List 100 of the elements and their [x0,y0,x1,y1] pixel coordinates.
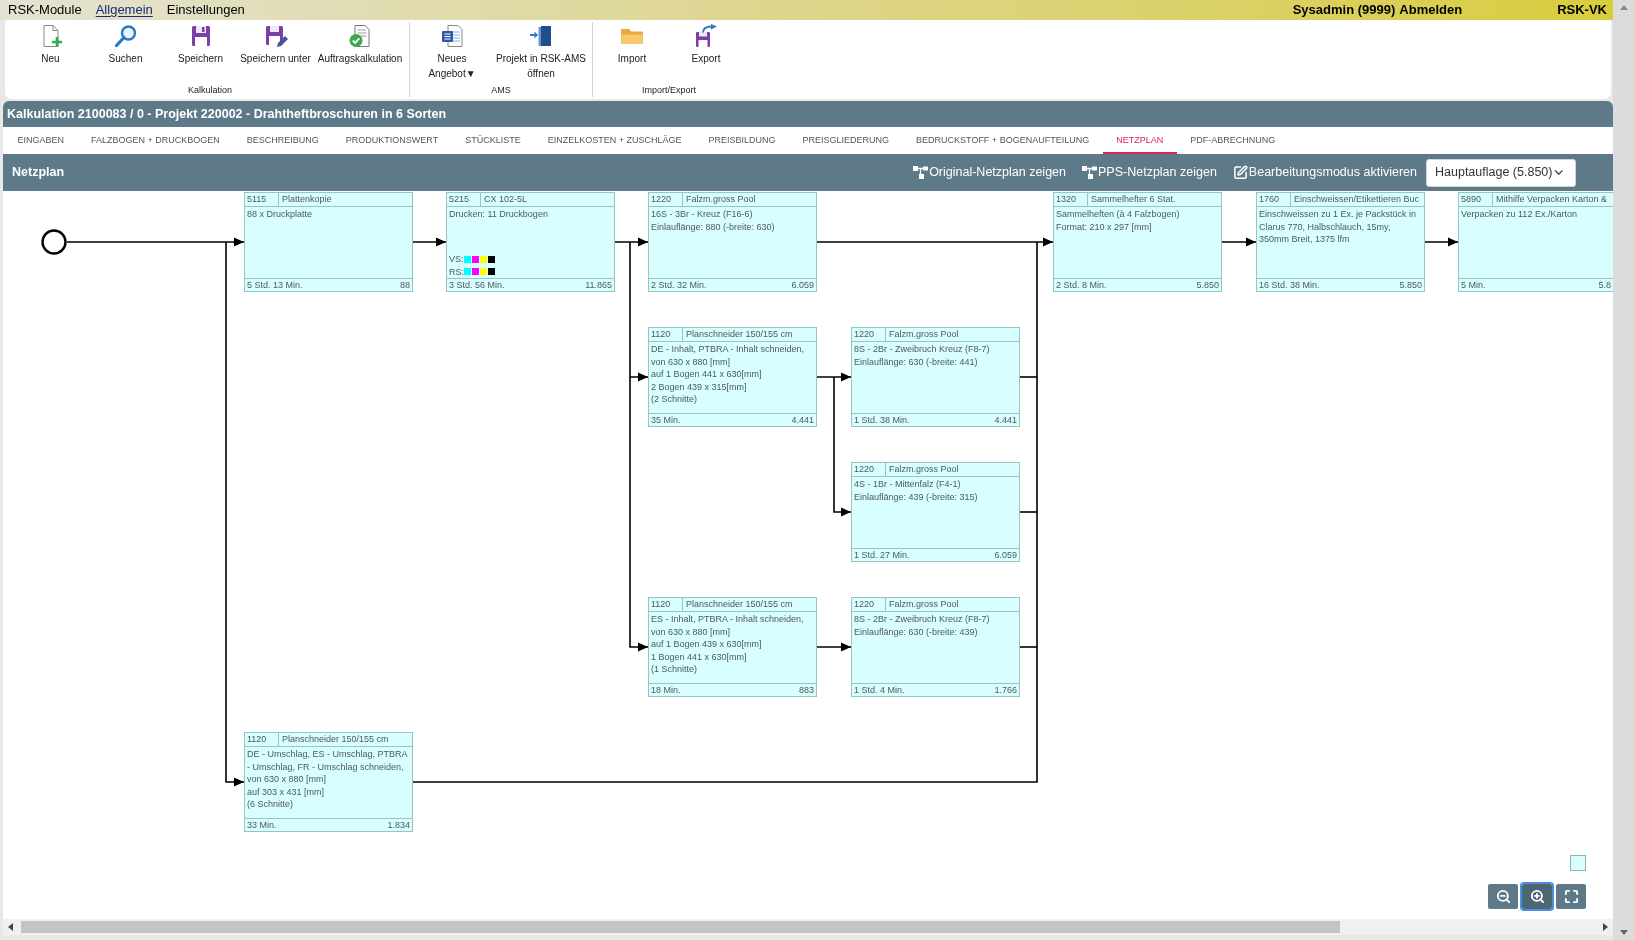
scroll-down-icon[interactable] [1619,930,1628,935]
square-icon [1570,855,1586,871]
node-title: Falzm.gross Pool [888,598,960,611]
node-detail: Einlauflänge: 630 (-breite: 439) [854,625,979,638]
node-title: Falzm.gross Pool [888,328,960,341]
tab[interactable]: BESCHREIBUNG [233,127,333,154]
node-quantity: 6.059 [791,279,814,291]
floppy-pencil-icon [263,24,288,48]
node-title: Falzm.gross Pool [888,463,960,476]
horizontal-scrollbar[interactable] [3,919,1613,935]
tab[interactable]: PREISBILDUNG [694,127,789,154]
edit-mode-button[interactable]: Bearbeitungsmodus aktivieren [1232,163,1417,182]
zoom-in-button[interactable] [1522,884,1552,909]
tab[interactable]: EINZELKOSTEN + ZUSCHLÄGE [534,127,695,154]
scrollbar-thumb[interactable] [21,921,1340,933]
connector-arrow [412,237,447,247]
node-quantity: 1.766 [994,684,1017,696]
node-detail: auf 1 Bogen 441 x 630[mm] [651,368,763,381]
tab[interactable]: PREISGLIEDERUNG [789,127,903,154]
scroll-left-icon[interactable] [8,923,13,931]
connector-arrow [1221,237,1257,247]
node-duration: 5 Min. [1461,279,1486,291]
node-code: 1220 [852,328,886,341]
node-detail: auf 1 Bogen 439 x 630[mm] [651,638,763,651]
menu-item[interactable]: Allgemein [88,1,160,19]
menu-item[interactable]: RSK-Module [1,1,89,19]
document-title: Kalkulation 2100083 / 0 - Projekt 220002 - Drahtheftbroschuren in 6 Sorten [7,105,447,123]
node-detail: Sammelheften (à 4 Falzbogen) [1056,208,1181,221]
node-quantity: 5.850 [1399,279,1422,291]
node-quantity: 88 [400,279,410,291]
start-circle [41,229,67,255]
edit-icon [1232,165,1248,180]
plan-view-button[interactable]: PPS-Netzplan zeigen [1082,163,1217,182]
ribbon-group-label: Kalkulation [187,84,233,97]
save-button[interactable]: Speichern [163,24,238,84]
node-detail: Einlauflänge: 439 (-breite: 315) [854,490,979,503]
node-title: Sammelhefter 6 Stat. [1090,193,1177,206]
node-duration: 1 Std. 27 Min. [854,549,910,561]
search-button[interactable]: Suchen [88,24,163,84]
menu-item[interactable]: Einstellungen [159,1,252,19]
calculation-button[interactable]: Auftragskalkulation [313,24,407,84]
vertical-scrollbar[interactable] [1613,0,1634,940]
node-title: CX 102-5L [483,193,529,206]
variant-select[interactable]: Hauptauflage (5.850) [1426,158,1576,187]
node-detail: auf 303 x 431 [mm] [247,785,326,798]
node-detail: 2 Bogen 439 x 315[mm] [651,380,748,393]
tab[interactable]: STÜCKLISTE [451,127,535,154]
open-project-button[interactable]: Projekt in RSK-AMS öffnen [492,24,590,84]
node-quantity: 4.441 [994,414,1017,426]
node-code: 1220 [852,463,886,476]
node-duration: 18 Min. [651,684,681,696]
scroll-up-icon[interactable] [1619,5,1628,10]
node-detail: Format: 210 x 297 [mm] [1056,220,1153,233]
node-detail: Drucken: 11 Druckbogen [449,208,549,221]
import-button[interactable]: Import [595,24,669,84]
plan-view-button[interactable]: Original-Netzplan zeigen [913,163,1066,182]
tab[interactable]: EINGABEN [4,127,78,154]
floppy-arrow-icon [694,24,718,48]
fit-view-button[interactable] [1556,884,1586,909]
document-check-icon [348,24,372,48]
node-detail: 4S - 1Br - Mittenfalz (F4-1) [854,478,962,491]
ink-label: VS: [449,253,464,266]
scroll-right-icon[interactable] [1603,923,1608,931]
node-code: 5215 [447,193,481,206]
zoom-out-button[interactable] [1488,884,1518,909]
node-detail: 8S - 2Br - Zweibruch Kreuz (F8-7) [854,343,991,356]
tab[interactable]: PDF-ABRECHNUNG [1176,127,1289,154]
node-quantity: 11.865 [585,279,612,291]
node-duration: 3 Std. 56 Min. [449,279,505,291]
logout-link[interactable]: Abmelden [1399,0,1463,20]
tab[interactable]: FALZBOGEN + DRUCKBOGEN [77,127,234,154]
node-code: 5890 [1459,193,1493,206]
node-title: Einschweissen/Etikettieren Buc [1293,193,1421,206]
document-icon [440,24,464,48]
node-detail: Einlauflänge: 630 (-breite: 441) [854,355,979,368]
network-icon [913,166,929,179]
export-button[interactable]: Export [669,24,743,84]
node-detail: (2 Schnitte) [651,393,699,406]
tab[interactable]: BEDRUCKSTOFF + BOGENAUFTEILUNG [902,127,1103,154]
new-offer-button[interactable]: Neues Angebot▼ [412,24,492,84]
node-code: 1320 [1054,193,1088,206]
save-as-button[interactable]: Speichern unter [238,24,313,84]
node-code: 1120 [649,598,683,611]
node-code: 1220 [649,193,683,206]
node-quantity: 1.834 [387,819,410,831]
node-duration: 16 Std. 38 Min. [1259,279,1320,291]
book-arrow-icon [529,24,553,48]
ink-label: RS: [449,265,464,278]
new-button[interactable]: Neu [13,24,88,84]
node-duration: 5 Std. 13 Min. [247,279,303,291]
zoom-in-icon [1529,889,1545,904]
node-detail: Einschweissen zu 1 Ex. je Packstück in Clarus 770, Halbschlauch, 15my, 350mm Breit, 1375 lfm [1259,208,1418,246]
ribbon-group-label: Import/Export [641,84,697,97]
tab[interactable]: PRODUKTIONSWERT [332,127,452,154]
ribbon-group-label: AMS [490,84,512,97]
node-detail: DE - Inhalt, PTBRA - Inhalt schneiden, [651,343,806,356]
connector-arrow [1424,237,1459,247]
node-duration: 2 Std. 32 Min. [651,279,707,291]
node-title: Mithilfe Verpacken Karton & [1495,193,1609,206]
node-quantity: 5.850 [1196,279,1219,291]
